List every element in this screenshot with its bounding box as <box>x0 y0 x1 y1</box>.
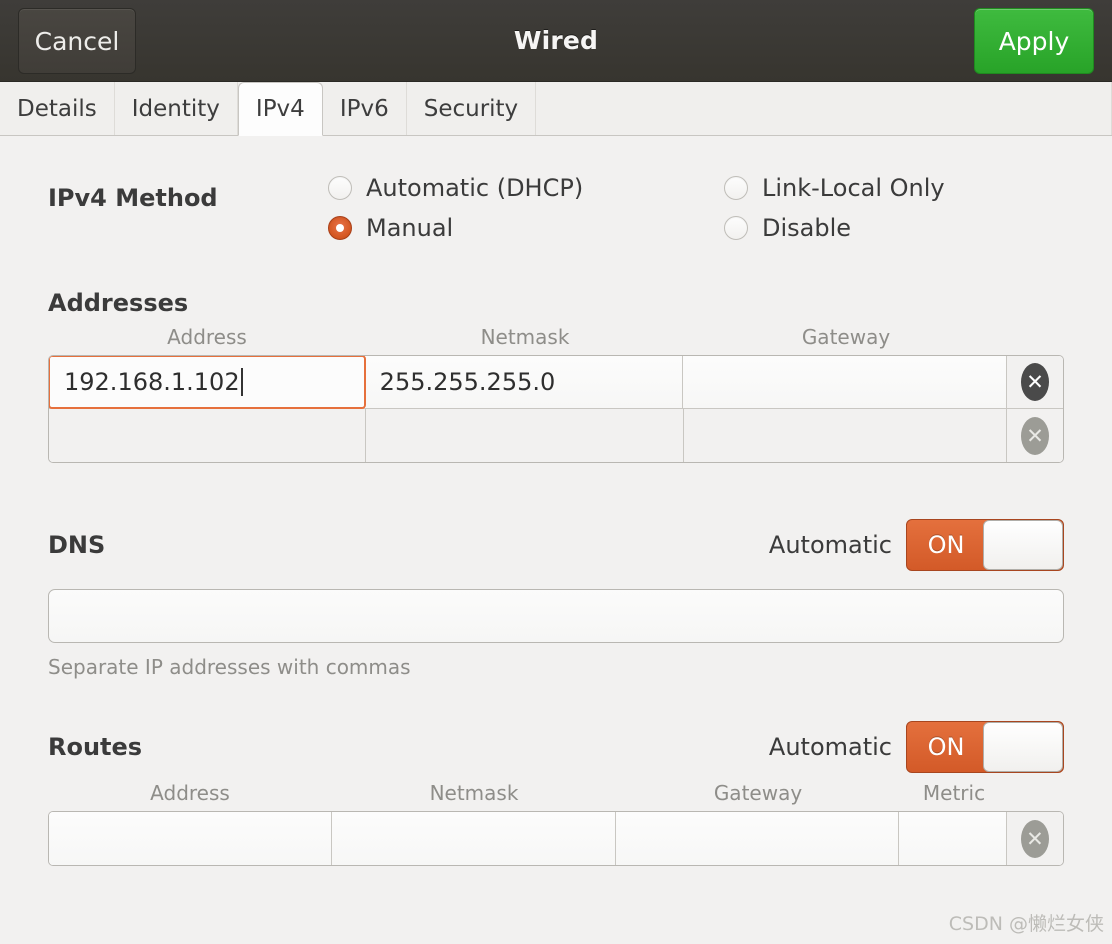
text-caret <box>240 368 243 396</box>
delete-address-row2-button[interactable]: ✕ <box>1007 409 1063 462</box>
netmask-input-row2[interactable] <box>366 409 684 462</box>
routes-automatic-toggle[interactable]: ON <box>906 721 1064 773</box>
cancel-button[interactable]: Cancel <box>18 8 136 74</box>
radio-icon-automatic-dhcp <box>328 176 352 200</box>
radio-link-local-only[interactable]: Link-Local Only <box>724 174 945 202</box>
routes-col-spacer <box>1008 781 1064 805</box>
dns-automatic-control: Automatic ON <box>769 519 1064 571</box>
address-input-row2[interactable] <box>49 409 367 462</box>
routes-col-address: Address <box>150 781 230 805</box>
ipv4-method-options: Automatic (DHCP) Link-Local Only Manual … <box>328 174 945 242</box>
gateway-input-row1[interactable] <box>683 356 1007 408</box>
addresses-table: 192.168.1.102 255.255.255.0 ✕ ✕ <box>48 355 1064 463</box>
routes-toggle-state: ON <box>927 733 965 761</box>
address-input-row1[interactable]: 192.168.1.102 <box>49 356 366 409</box>
routes-col-gateway: Gateway <box>713 781 803 805</box>
addresses-col-gateway: Gateway <box>801 325 891 349</box>
routes-col-netmask: Netmask <box>429 781 519 805</box>
dns-label: DNS <box>48 531 106 559</box>
routes-table: ✕ <box>48 811 1064 866</box>
addresses-col-address: Address <box>167 325 247 349</box>
radio-icon-manual <box>328 216 352 240</box>
radio-label-link-local-only: Link-Local Only <box>762 174 945 202</box>
route-address-input-row1[interactable] <box>49 812 333 865</box>
routes-section: Routes Automatic ON Address Netmask Gate… <box>48 679 1064 866</box>
routes-col-metric: Metric <box>922 781 986 805</box>
dns-hint-text: Separate IP addresses with commas <box>48 655 411 679</box>
delete-address-row1-button[interactable]: ✕ <box>1007 356 1063 408</box>
radio-manual[interactable]: Manual <box>328 214 724 242</box>
radio-label-manual: Manual <box>366 214 454 242</box>
address-value-row1: 192.168.1.102 <box>64 368 240 396</box>
routes-column-headers: Address Netmask Gateway Metric <box>48 773 1064 811</box>
radio-automatic-dhcp[interactable]: Automatic (DHCP) <box>328 174 724 202</box>
tab-security[interactable]: Security <box>406 82 537 135</box>
dns-header: DNS Automatic ON <box>48 519 1064 571</box>
window-title: Wired <box>513 26 599 55</box>
dns-section: DNS Automatic ON Separate IP addresses w… <box>48 463 1064 679</box>
route-metric-input-row1[interactable] <box>899 812 1007 865</box>
radio-disable[interactable]: Disable <box>724 214 945 242</box>
table-row: 192.168.1.102 255.255.255.0 ✕ <box>49 356 1063 409</box>
close-circle-icon: ✕ <box>1020 819 1049 858</box>
tab-details[interactable]: Details <box>0 82 115 135</box>
addresses-col-netmask: Netmask <box>480 325 570 349</box>
routes-toggle-knob <box>983 722 1063 772</box>
dns-toggle-knob <box>983 520 1063 570</box>
delete-route-row1-button[interactable]: ✕ <box>1006 812 1063 865</box>
radio-label-disable: Disable <box>762 214 852 242</box>
tab-ipv4[interactable]: IPv4 <box>237 82 323 136</box>
netmask-value-row1: 255.255.255.0 <box>379 368 556 396</box>
table-row: ✕ <box>49 812 1063 865</box>
close-circle-icon: ✕ <box>1021 363 1049 401</box>
dns-automatic-label: Automatic <box>768 531 892 559</box>
dns-toggle-state: ON <box>927 531 965 559</box>
route-gateway-input-row1[interactable] <box>615 812 900 865</box>
addresses-section: Addresses Address Netmask Gateway 192.16… <box>48 242 1064 463</box>
routes-automatic-label: Automatic <box>768 733 892 761</box>
tab-bar-filler <box>536 82 1112 135</box>
route-netmask-input-row1[interactable] <box>332 812 616 865</box>
ipv4-settings-panel: IPv4 Method Automatic (DHCP) Link-Local … <box>0 136 1112 944</box>
routes-automatic-control: Automatic ON <box>769 721 1064 773</box>
addresses-column-headers: Address Netmask Gateway <box>48 317 1064 355</box>
addresses-label: Addresses <box>48 289 189 317</box>
routes-header: Routes Automatic ON <box>48 721 1064 773</box>
tab-identity[interactable]: Identity <box>114 82 238 135</box>
routes-label: Routes <box>48 733 143 761</box>
dns-automatic-toggle[interactable]: ON <box>906 519 1064 571</box>
radio-label-automatic-dhcp: Automatic (DHCP) <box>366 174 584 202</box>
ipv4-method-section: IPv4 Method Automatic (DHCP) Link-Local … <box>48 136 1064 242</box>
tab-bar: Details Identity IPv4 IPv6 Security <box>0 82 1112 136</box>
titlebar: Cancel Wired Apply <box>0 0 1112 82</box>
gateway-input-row2[interactable] <box>683 409 1008 462</box>
table-row: ✕ <box>49 409 1063 462</box>
tab-ipv6[interactable]: IPv6 <box>322 82 407 135</box>
addresses-col-spacer <box>1008 325 1064 349</box>
ipv4-method-label: IPv4 Method <box>48 184 218 212</box>
watermark: CSDN @懒烂女侠 <box>948 913 1104 935</box>
apply-button[interactable]: Apply <box>974 8 1094 74</box>
radio-icon-link-local-only <box>724 176 748 200</box>
close-circle-icon: ✕ <box>1021 416 1050 455</box>
netmask-input-row1[interactable]: 255.255.255.0 <box>365 356 684 408</box>
radio-icon-disable <box>724 216 748 240</box>
dns-servers-input[interactable] <box>48 589 1064 643</box>
